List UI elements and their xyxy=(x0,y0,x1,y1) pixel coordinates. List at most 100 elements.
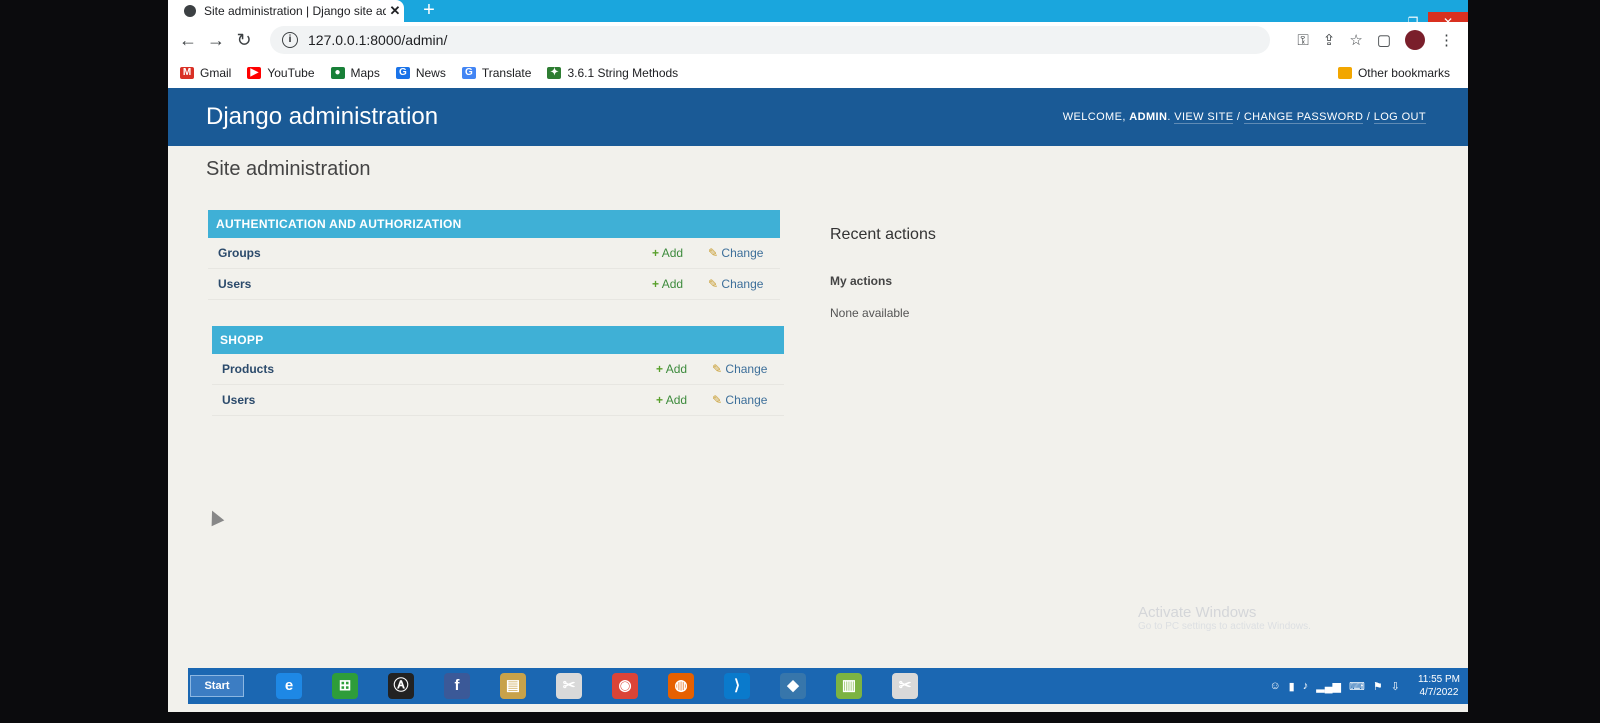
recent-actions-title: Recent actions xyxy=(830,226,936,243)
bookmark-item[interactable]: ● Maps xyxy=(330,66,380,80)
username: admin xyxy=(1129,111,1168,123)
mouse-pointer-icon xyxy=(205,507,225,527)
bookmark-label: Maps xyxy=(350,66,380,80)
module-auth: Authentication and Authorization Groups … xyxy=(208,210,780,300)
bookmark-item[interactable]: ▶ YouTube xyxy=(247,66,315,80)
browser-tab[interactable]: Site administration | Django site admin … xyxy=(168,0,404,22)
clock-time: 11:55 PM xyxy=(1417,674,1460,685)
people-icon[interactable]: ☺ xyxy=(1269,680,1280,692)
add-link[interactable]: + Add xyxy=(656,393,712,407)
internet-explorer-icon: e xyxy=(276,673,302,699)
taskbar-apps: e ⊞ Ⓐf ▤ ✂ ◉ ◍ ⟩ ◆ ▥ ✂ xyxy=(262,669,934,703)
recent-actions-empty: None available xyxy=(830,306,910,320)
main-content: Site administration Authentication and A… xyxy=(168,146,1468,668)
add-label: Add xyxy=(665,362,688,376)
site-branding[interactable]: Django administration xyxy=(206,103,438,131)
volume-icon[interactable]: ♪ xyxy=(1303,680,1309,692)
file-explorer-icon: ▤ xyxy=(500,673,526,699)
add-link[interactable]: + Add xyxy=(652,246,708,260)
change-password-link[interactable]: Change password xyxy=(1243,111,1364,124)
plus-icon: + xyxy=(656,362,664,376)
bookmark-item[interactable]: ✦ 3.6.1 String Methods xyxy=(547,66,678,80)
other-bookmarks[interactable]: Other bookmarks xyxy=(1337,66,1450,80)
log-out-link[interactable]: Log out xyxy=(1373,111,1426,124)
menu-dots-icon[interactable]: ⋮ xyxy=(1439,31,1454,49)
forward-arrow-icon[interactable]: → xyxy=(202,30,230,51)
user-tools: Welcome, admin. View site / Change passw… xyxy=(1062,111,1426,124)
view-site-link[interactable]: View site xyxy=(1174,111,1234,124)
taskbar-app[interactable]: e xyxy=(262,669,316,703)
module-shopp: Shopp Products + Add ✎ Change Users + Ad… xyxy=(212,326,784,416)
taskbar-app[interactable]: f xyxy=(430,669,484,703)
model-link[interactable]: Products xyxy=(212,362,656,376)
star-icon[interactable]: ☆ xyxy=(1349,31,1362,49)
taskbar-app[interactable]: ▤ xyxy=(486,669,540,703)
taskbar-app[interactable]: ✂ xyxy=(878,669,932,703)
taskbar-app[interactable]: ◍ xyxy=(654,669,708,703)
profile-avatar[interactable] xyxy=(1405,30,1425,50)
start-button[interactable]: Start xyxy=(190,675,244,697)
key-icon[interactable]: ⚿ xyxy=(1297,32,1308,49)
url-text: 127.0.0.1:8000/admin/ xyxy=(308,32,448,48)
download-icon[interactable]: ⇩ xyxy=(1391,680,1400,693)
watermark-title: Activate Windows xyxy=(1138,604,1257,621)
system-tray: ☺ ▮ ♪ ▂▄▆ ⌨ ⚑ ⇩ 11:55 PM 4/7/2022 xyxy=(1269,673,1460,699)
site-info-icon[interactable]: i xyxy=(282,32,298,48)
store-icon: ⊞ xyxy=(332,673,358,699)
model-link[interactable]: Users xyxy=(212,393,656,407)
pencil-icon: ✎ xyxy=(708,277,719,291)
side-panel-icon[interactable]: ▢ xyxy=(1377,31,1391,49)
pencil-icon: ✎ xyxy=(708,246,719,260)
module-caption[interactable]: Authentication and Authorization xyxy=(208,210,780,238)
model-link[interactable]: Groups xyxy=(208,246,652,260)
bookmark-label: 3.6.1 String Methods xyxy=(567,66,679,80)
my-actions-heading: My actions xyxy=(830,274,893,288)
firefox-icon: ◍ xyxy=(668,673,694,699)
taskbar-app[interactable]: Ⓐ xyxy=(374,669,428,703)
bookmark-label: Translate xyxy=(481,66,532,80)
taskbar-app[interactable]: ◉ xyxy=(598,669,652,703)
bookmark-item[interactable]: M Gmail xyxy=(180,66,231,80)
gmail-icon: M xyxy=(180,67,194,79)
change-label: Change xyxy=(721,246,764,260)
signal-icon[interactable]: ▂▄▆ xyxy=(1316,680,1341,693)
bookmark-item[interactable]: G News xyxy=(395,66,446,80)
keyboard-icon[interactable]: ⌨ xyxy=(1349,680,1365,693)
change-link[interactable]: ✎ Change xyxy=(708,246,780,260)
action-center-icon[interactable]: ⚑ xyxy=(1373,680,1383,693)
youtube-icon: ▶ xyxy=(247,67,262,79)
tab-close-icon[interactable]: ✕ xyxy=(386,3,404,19)
share-icon[interactable]: ⇪ xyxy=(1323,31,1336,49)
add-link[interactable]: + Add xyxy=(652,277,708,291)
taskbar-app[interactable]: ▥ xyxy=(822,669,876,703)
module-caption[interactable]: Shopp xyxy=(212,326,784,354)
taskbar-app[interactable]: ⟩ xyxy=(710,669,764,703)
new-tab-button[interactable]: + xyxy=(418,0,440,22)
change-link[interactable]: ✎ Change xyxy=(708,277,780,291)
arch-app-icon: Ⓐ xyxy=(388,673,414,699)
change-label: Change xyxy=(721,277,764,291)
page-icon: ✦ xyxy=(547,67,562,79)
browser-tab-bar: Site administration | Django site admin … xyxy=(168,0,1468,34)
taskbar-app[interactable]: ⊞ xyxy=(318,669,372,703)
add-label: Add xyxy=(661,246,684,260)
taskbar-app[interactable]: ◆ xyxy=(766,669,820,703)
facebook-icon: f xyxy=(444,673,470,699)
back-arrow-icon[interactable]: ← xyxy=(174,30,202,51)
reload-icon[interactable]: ↻ xyxy=(230,30,258,51)
model-link[interactable]: Users xyxy=(208,277,652,291)
snipping-icon: ✂ xyxy=(556,673,582,699)
bookmark-label: YouTube xyxy=(267,66,315,80)
pencil-icon: ✎ xyxy=(712,393,723,407)
change-link[interactable]: ✎ Change xyxy=(712,362,784,376)
clock[interactable]: 11:55 PM 4/7/2022 xyxy=(1418,673,1460,699)
activate-windows-watermark: Activate Windows Go to PC settings to ac… xyxy=(1138,604,1311,632)
model-row: Users + Add ✎ Change xyxy=(208,269,780,300)
add-link[interactable]: + Add xyxy=(656,362,712,376)
bookmarks-bar: M Gmail ▶ YouTube ● Maps G News G Translate ✦ 3.6.1… xyxy=(168,58,1468,88)
bookmark-item[interactable]: G Translate xyxy=(461,66,532,80)
change-link[interactable]: ✎ Change xyxy=(712,393,784,407)
network-icon[interactable]: ▮ xyxy=(1289,680,1295,693)
taskbar-app[interactable]: ✂ xyxy=(542,669,596,703)
address-bar[interactable]: i 127.0.0.1:8000/admin/ xyxy=(270,26,1270,54)
